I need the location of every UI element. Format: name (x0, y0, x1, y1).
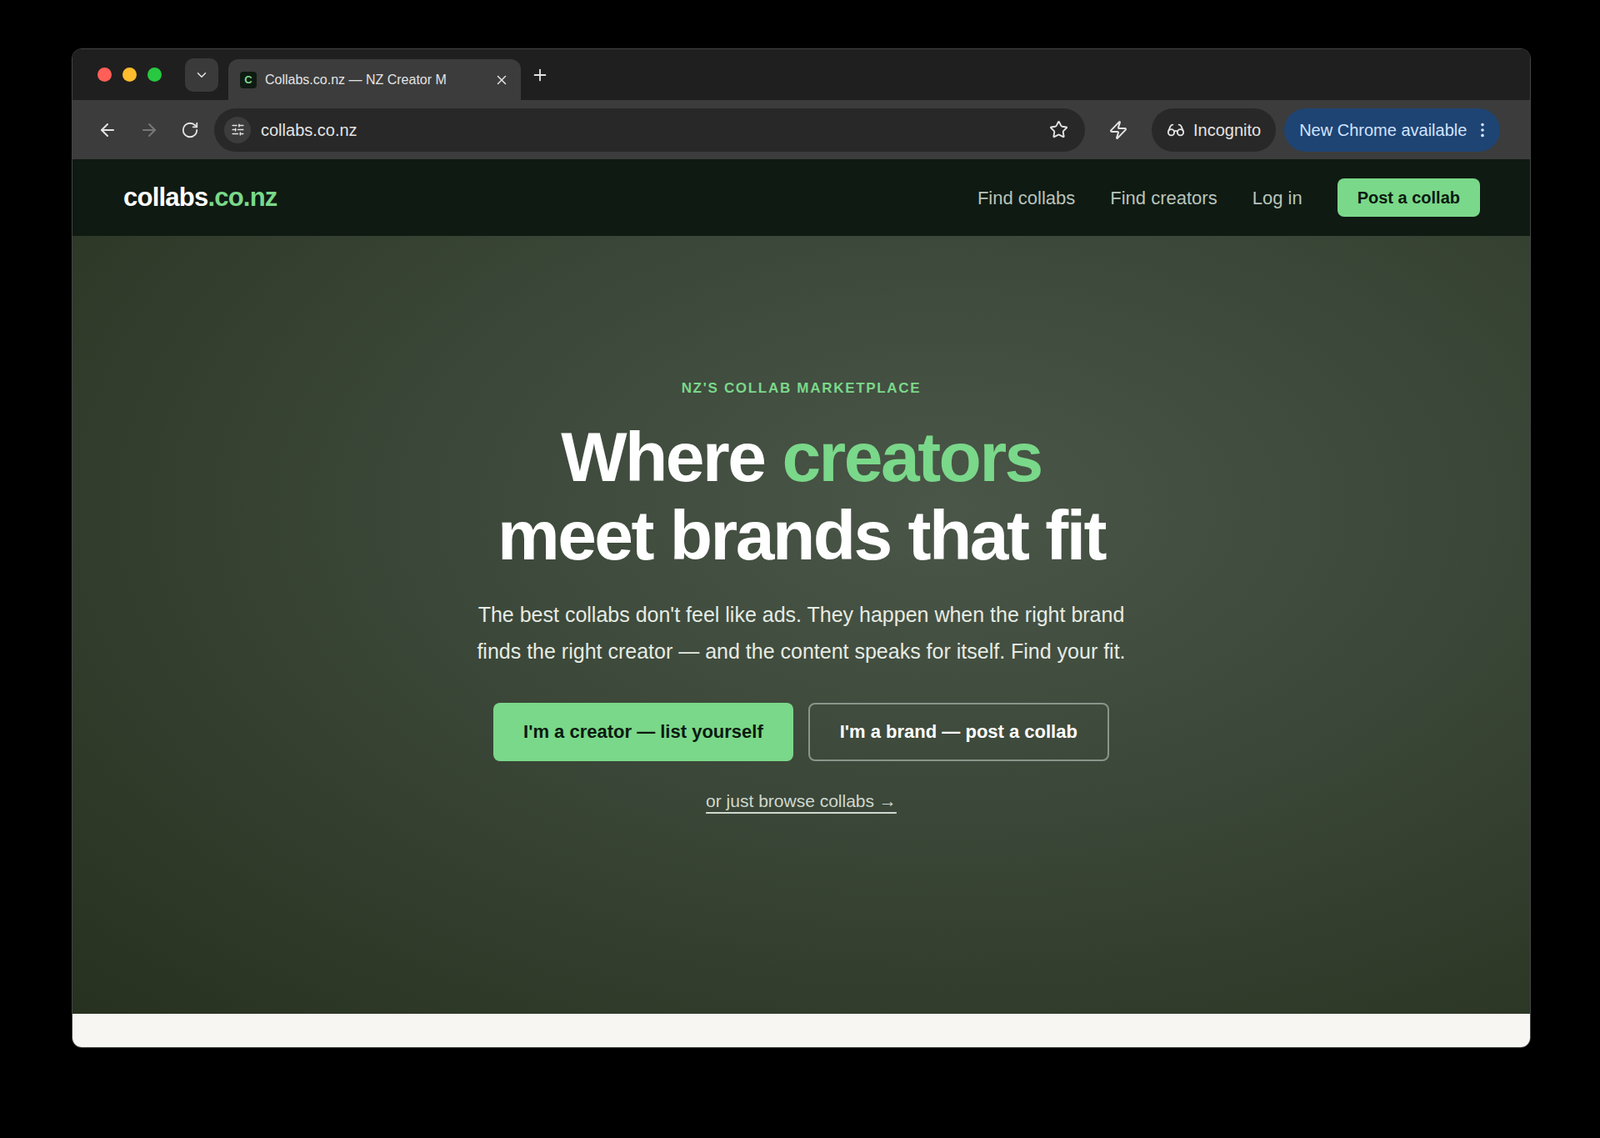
nav-link[interactable]: Log in (1252, 184, 1303, 212)
performance-icon[interactable] (1108, 120, 1129, 140)
update-label: New Chrome available (1299, 117, 1467, 143)
logo-name: collabs (123, 178, 208, 218)
forward-icon[interactable] (139, 120, 160, 140)
menu-icon (1473, 120, 1492, 140)
post-collab-button[interactable]: Post a collab (1337, 178, 1480, 217)
chevron-down-icon (194, 67, 210, 83)
tab-title: Collabs.co.nz — NZ Creator M (265, 70, 486, 90)
toolbar: collabs.co.nz Incognito New Chrome availab… (72, 100, 1530, 160)
site-nav: collabs.co.nz Find collabs Find creators Lo… (72, 159, 1530, 236)
incognito-icon (1166, 120, 1185, 140)
logo-suffix: .co.nz (207, 178, 277, 218)
brand-button[interactable]: I'm a brand — post a collab (808, 702, 1110, 761)
tab-search-button[interactable] (185, 58, 219, 92)
nav-links: Find collabs Find creators Log in Post a co… (977, 178, 1480, 217)
nav-link[interactable]: Find creators (1110, 184, 1217, 212)
browser-tab[interactable]: C Collabs.co.nz — NZ Creator M (228, 59, 521, 100)
new-tab-icon[interactable] (530, 65, 550, 85)
heading-text: meet brands that fit (497, 495, 1105, 575)
creator-button[interactable]: I'm a creator — list yourself (493, 702, 794, 761)
hero-buttons: I'm a creator — list yourselfI'm a brand… (493, 702, 1110, 761)
site-logo[interactable]: collabs.co.nz (123, 178, 278, 218)
nav-link[interactable]: Find collabs (977, 184, 1075, 212)
next-section (72, 1013, 1530, 1047)
minimize-window-icon[interactable] (122, 67, 137, 82)
url-text: collabs.co.nz (260, 117, 1040, 143)
incognito-label: Incognito (1193, 117, 1261, 143)
heading-highlight: creators (781, 417, 1041, 496)
reload-icon[interactable] (180, 120, 200, 140)
close-tab-icon[interactable] (494, 72, 510, 88)
heading-line: meet brands that fit (497, 495, 1105, 575)
hero-eyebrow: NZ'S COLLAB MARKETPLACE (681, 377, 922, 400)
maximize-window-icon[interactable] (147, 67, 162, 82)
browse-collabs-link[interactable]: or just browse collabs → (705, 787, 897, 815)
site-info-button[interactable] (224, 116, 251, 144)
address-bar[interactable]: collabs.co.nz (214, 108, 1085, 152)
heading-text: Where (560, 417, 765, 496)
traffic-lights (97, 67, 162, 82)
hero-body: The best collabs don't feel like ads. Th… (468, 595, 1135, 670)
tab-favicon: C (240, 71, 257, 89)
heading-line: Wherecreators (560, 417, 1042, 496)
site-info-icon (230, 122, 245, 137)
close-window-icon[interactable] (97, 67, 112, 82)
hero: NZ'S COLLAB MARKETPLACE Wherecreatorsmeet… (72, 235, 1530, 1014)
incognito-indicator[interactable]: Incognito (1151, 108, 1276, 152)
tab-bar: C Collabs.co.nz — NZ Creator M (72, 49, 1530, 100)
bookmark-star-icon[interactable] (1049, 120, 1069, 140)
update-chrome-button[interactable]: New Chrome available (1284, 108, 1500, 152)
browser-window: C Collabs.co.nz — NZ Creator M collabs.co.… (71, 48, 1531, 1048)
screen: C Collabs.co.nz — NZ Creator M collabs.co.… (0, 0, 1600, 1138)
hero-heading: Wherecreatorsmeet brands that fit (497, 417, 1105, 575)
back-icon[interactable] (97, 120, 118, 140)
